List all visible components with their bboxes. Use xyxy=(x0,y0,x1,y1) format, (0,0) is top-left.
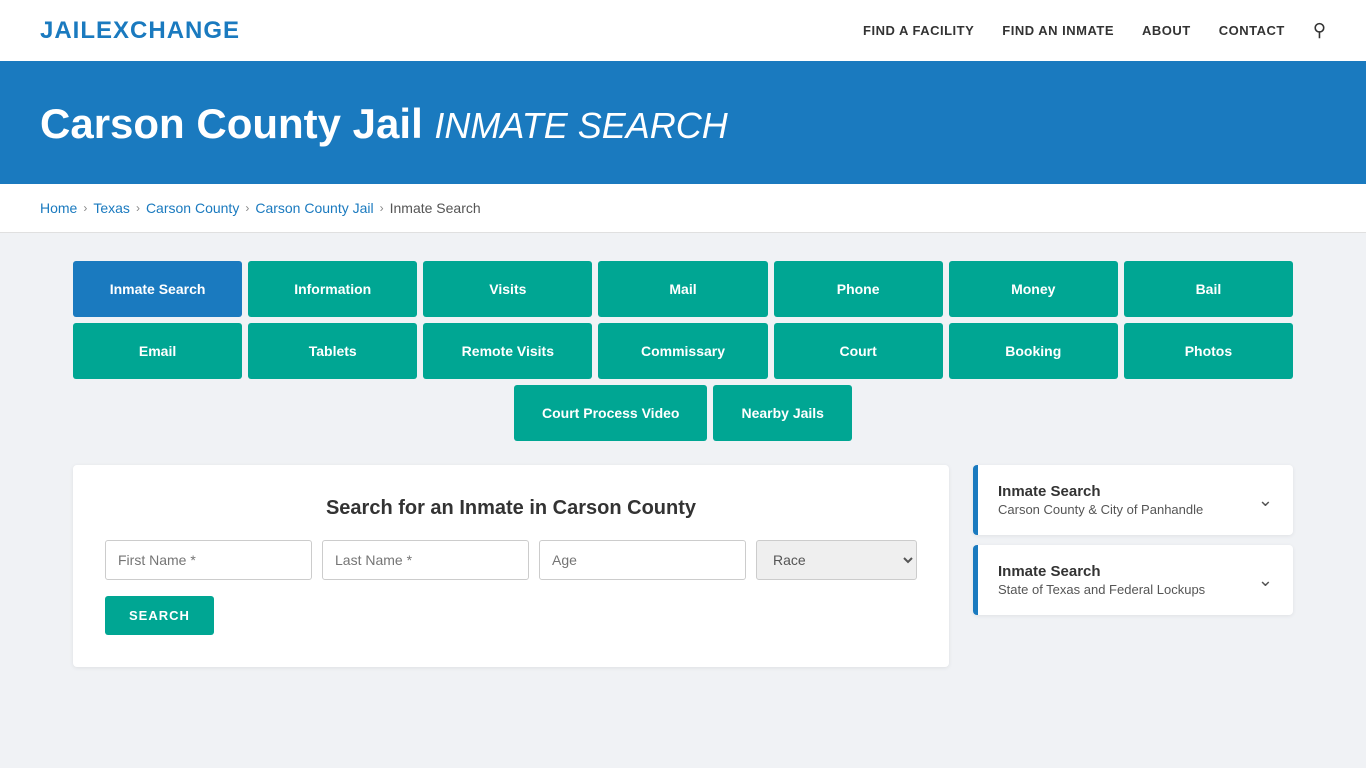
accordion-state-subtitle: State of Texas and Federal Lockups xyxy=(998,582,1205,597)
nav-button-row2: Email Tablets Remote Visits Commissary C… xyxy=(73,323,1293,379)
breadcrumb-chevron-2: › xyxy=(136,201,140,215)
main-content: Inmate Search Information Visits Mail Ph… xyxy=(33,233,1333,695)
race-select[interactable]: Race White Black Hispanic Asian Other xyxy=(756,540,917,580)
accordion-county-text: Inmate Search Carson County & City of Pa… xyxy=(998,483,1203,517)
tab-money[interactable]: Money xyxy=(949,261,1118,317)
nav-button-row3: Court Process Video Nearby Jails xyxy=(73,385,1293,441)
logo-jail: JAIL xyxy=(40,17,96,44)
accordion-county-header[interactable]: Inmate Search Carson County & City of Pa… xyxy=(973,465,1293,535)
age-input[interactable] xyxy=(539,540,746,580)
page-title: Carson County Jail INMATE SEARCH xyxy=(40,100,1326,148)
accordion-state-text: Inmate Search State of Texas and Federal… xyxy=(998,563,1205,597)
breadcrumb-jail[interactable]: Carson County Jail xyxy=(255,200,373,216)
tab-nearby-jails[interactable]: Nearby Jails xyxy=(713,385,852,441)
tab-remote-visits[interactable]: Remote Visits xyxy=(423,323,592,379)
hero-banner: Carson County Jail INMATE SEARCH xyxy=(0,64,1366,184)
tab-bail[interactable]: Bail xyxy=(1124,261,1293,317)
breadcrumb-texas[interactable]: Texas xyxy=(93,200,130,216)
tab-mail[interactable]: Mail xyxy=(598,261,767,317)
tab-court-process-video[interactable]: Court Process Video xyxy=(514,385,707,441)
content-layout: Search for an Inmate in Carson County Ra… xyxy=(73,465,1293,667)
logo-exchange: EXCHANGE xyxy=(96,17,240,44)
tab-photos[interactable]: Photos xyxy=(1124,323,1293,379)
nav-button-row1: Inmate Search Information Visits Mail Ph… xyxy=(73,261,1293,317)
breadcrumb-home[interactable]: Home xyxy=(40,200,77,216)
main-nav: FIND A FACILITY FIND AN INMATE ABOUT CON… xyxy=(863,20,1326,41)
site-logo[interactable]: JAILEXCHANGE xyxy=(40,17,240,45)
accordion-state-title: Inmate Search xyxy=(998,563,1205,580)
nav-contact[interactable]: CONTACT xyxy=(1219,23,1285,38)
first-name-input[interactable] xyxy=(105,540,312,580)
breadcrumb-current: Inmate Search xyxy=(390,200,481,216)
tab-court[interactable]: Court xyxy=(774,323,943,379)
page-title-italic: INMATE SEARCH xyxy=(434,105,727,146)
search-submit-button[interactable]: SEARCH xyxy=(105,596,214,635)
accordion-state-header[interactable]: Inmate Search State of Texas and Federal… xyxy=(973,545,1293,615)
nav-find-inmate[interactable]: FIND AN INMATE xyxy=(1002,23,1114,38)
tab-commissary[interactable]: Commissary xyxy=(598,323,767,379)
site-header: JAILEXCHANGE FIND A FACILITY FIND AN INM… xyxy=(0,0,1366,64)
tab-information[interactable]: Information xyxy=(248,261,417,317)
accordion-county-subtitle: Carson County & City of Panhandle xyxy=(998,502,1203,517)
accordion-state-chevron-icon: ⌄ xyxy=(1258,570,1273,591)
breadcrumb-chevron-1: › xyxy=(83,201,87,215)
last-name-input[interactable] xyxy=(322,540,529,580)
accordion-county-title: Inmate Search xyxy=(998,483,1203,500)
tab-tablets[interactable]: Tablets xyxy=(248,323,417,379)
breadcrumb-county[interactable]: Carson County xyxy=(146,200,239,216)
tab-inmate-search[interactable]: Inmate Search xyxy=(73,261,242,317)
breadcrumb: Home › Texas › Carson County › Carson Co… xyxy=(0,184,1366,233)
header-search-icon[interactable]: ⚲ xyxy=(1313,20,1326,41)
accordion-state: Inmate Search State of Texas and Federal… xyxy=(973,545,1293,615)
right-sidebar: Inmate Search Carson County & City of Pa… xyxy=(973,465,1293,625)
breadcrumb-chevron-3: › xyxy=(245,201,249,215)
left-column: Search for an Inmate in Carson County Ra… xyxy=(73,465,949,667)
tab-email[interactable]: Email xyxy=(73,323,242,379)
accordion-county: Inmate Search Carson County & City of Pa… xyxy=(973,465,1293,535)
search-card: Search for an Inmate in Carson County Ra… xyxy=(73,465,949,667)
breadcrumb-chevron-4: › xyxy=(380,201,384,215)
search-card-title: Search for an Inmate in Carson County xyxy=(105,497,917,520)
nav-about[interactable]: ABOUT xyxy=(1142,23,1191,38)
tab-booking[interactable]: Booking xyxy=(949,323,1118,379)
page-title-bold: Carson County Jail xyxy=(40,100,423,147)
tab-visits[interactable]: Visits xyxy=(423,261,592,317)
search-fields: Race White Black Hispanic Asian Other xyxy=(105,540,917,580)
nav-find-facility[interactable]: FIND A FACILITY xyxy=(863,23,974,38)
accordion-county-chevron-icon: ⌄ xyxy=(1258,490,1273,511)
tab-phone[interactable]: Phone xyxy=(774,261,943,317)
